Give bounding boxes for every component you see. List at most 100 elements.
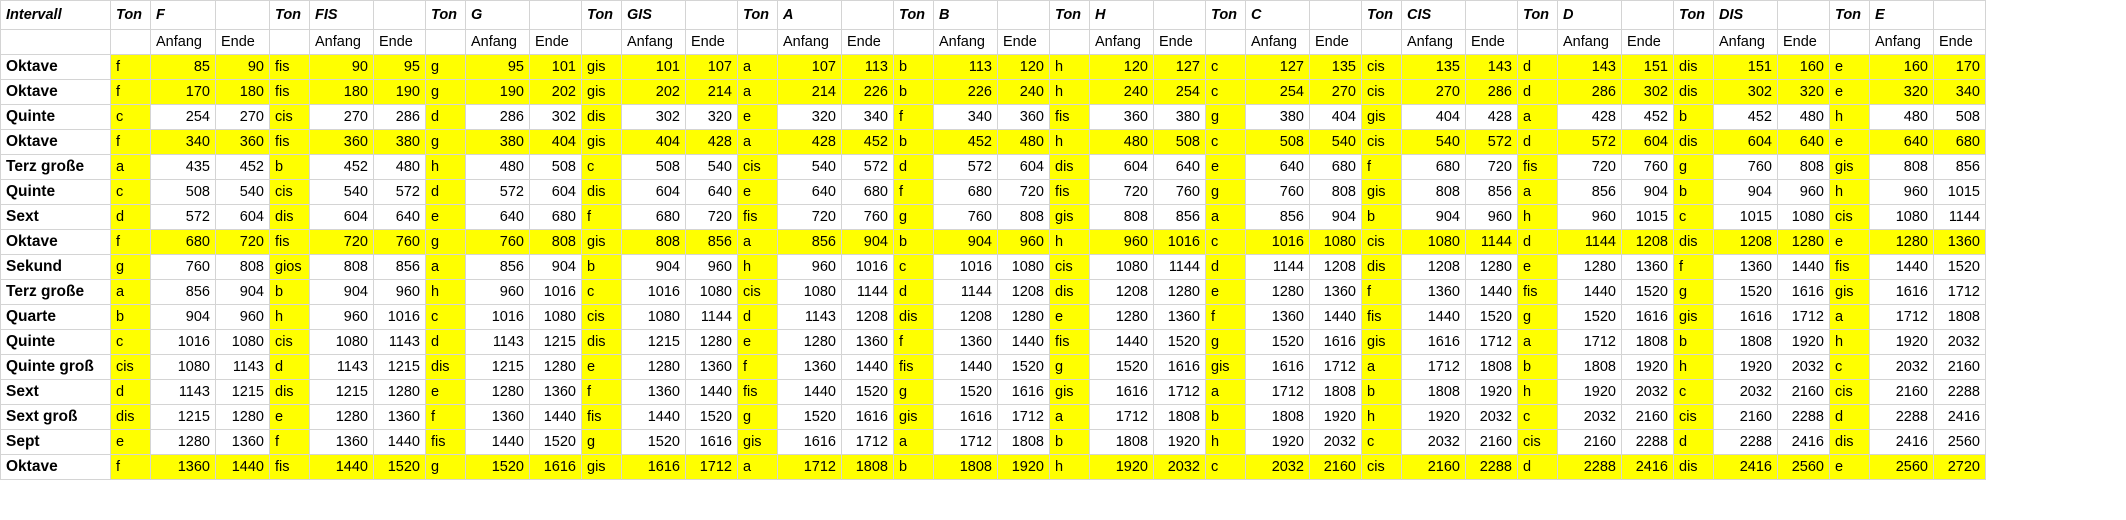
start-cell[interactable]: 680 xyxy=(1401,154,1466,180)
start-cell[interactable]: 1808 xyxy=(1089,429,1154,455)
tone-cell[interactable]: e xyxy=(1205,279,1246,305)
tone-cell[interactable]: a xyxy=(737,129,778,155)
tone-cell[interactable]: h xyxy=(1829,329,1870,355)
tone-cell[interactable]: h xyxy=(1049,454,1090,480)
header-ton[interactable]: Ton xyxy=(1517,0,1558,30)
end-cell[interactable]: 808 xyxy=(215,254,270,280)
subheader-ende[interactable]: Ende xyxy=(529,29,582,55)
start-cell[interactable]: 1360 xyxy=(933,329,998,355)
tone-cell[interactable]: d xyxy=(1673,429,1714,455)
end-cell[interactable]: 604 xyxy=(1621,129,1674,155)
end-cell[interactable]: 1440 xyxy=(997,329,1050,355)
end-cell[interactable]: 1080 xyxy=(1777,204,1830,230)
header-empty-cell[interactable] xyxy=(1153,0,1206,30)
tone-cell[interactable]: g xyxy=(425,54,466,80)
tone-cell[interactable]: g xyxy=(1205,104,1246,130)
end-cell[interactable]: 904 xyxy=(215,279,270,305)
tone-cell[interactable]: a xyxy=(737,454,778,480)
end-cell[interactable]: 604 xyxy=(997,154,1050,180)
header-ton[interactable]: Ton xyxy=(581,0,622,30)
tone-cell[interactable]: dis xyxy=(1049,279,1090,305)
start-cell[interactable]: 1440 xyxy=(1869,254,1934,280)
start-cell[interactable]: 856 xyxy=(1557,179,1622,205)
tone-cell[interactable]: d xyxy=(1517,454,1558,480)
start-cell[interactable]: 508 xyxy=(150,179,216,205)
end-cell[interactable]: 1280 xyxy=(685,329,738,355)
end-cell[interactable]: 1143 xyxy=(215,354,270,380)
end-cell[interactable]: 1360 xyxy=(529,379,582,405)
tone-cell[interactable]: dis xyxy=(1361,254,1402,280)
start-cell[interactable]: 1616 xyxy=(1401,329,1466,355)
end-cell[interactable]: 1360 xyxy=(215,429,270,455)
tone-cell[interactable]: gis xyxy=(581,54,622,80)
tone-cell[interactable]: h xyxy=(1361,404,1402,430)
tone-cell[interactable]: g xyxy=(425,79,466,105)
start-cell[interactable]: 1440 xyxy=(1557,279,1622,305)
start-cell[interactable]: 1280 xyxy=(1245,279,1310,305)
end-cell[interactable]: 720 xyxy=(685,204,738,230)
tone-cell[interactable]: gios xyxy=(269,254,310,280)
start-cell[interactable]: 190 xyxy=(465,79,530,105)
end-cell[interactable]: 1808 xyxy=(1153,404,1206,430)
start-cell[interactable]: 302 xyxy=(621,104,686,130)
start-cell[interactable]: 640 xyxy=(465,204,530,230)
end-cell[interactable]: 1920 xyxy=(1153,429,1206,455)
subheader-anfang[interactable]: Anfang xyxy=(309,29,374,55)
tone-cell[interactable]: e xyxy=(1829,79,1870,105)
end-cell[interactable]: 960 xyxy=(1465,204,1518,230)
end-cell[interactable]: 2416 xyxy=(1933,404,1986,430)
end-cell[interactable]: 320 xyxy=(685,104,738,130)
tone-cell[interactable]: a xyxy=(110,154,151,180)
end-cell[interactable]: 2032 xyxy=(1777,354,1830,380)
start-cell[interactable]: 1360 xyxy=(621,379,686,405)
end-cell[interactable]: 1520 xyxy=(1465,304,1518,330)
tone-cell[interactable]: b xyxy=(893,79,934,105)
tone-cell[interactable]: fis xyxy=(893,354,934,380)
start-cell[interactable]: 1016 xyxy=(933,254,998,280)
subheader-anfang[interactable]: Anfang xyxy=(1401,29,1466,55)
start-cell[interactable]: 360 xyxy=(1089,104,1154,130)
start-cell[interactable]: 1208 xyxy=(1401,254,1466,280)
tone-cell[interactable]: dis xyxy=(1049,154,1090,180)
tone-cell[interactable]: b xyxy=(1361,204,1402,230)
tone-cell[interactable]: h xyxy=(1829,104,1870,130)
header-ton[interactable]: Ton xyxy=(425,0,466,30)
tone-cell[interactable]: a xyxy=(1205,379,1246,405)
tone-cell[interactable]: e xyxy=(581,354,622,380)
start-cell[interactable]: 1143 xyxy=(150,379,216,405)
tone-cell[interactable]: d xyxy=(425,179,466,205)
tone-cell[interactable]: fis xyxy=(1049,329,1090,355)
header-ton[interactable]: Ton xyxy=(1049,0,1090,30)
tone-cell[interactable]: f xyxy=(581,204,622,230)
start-cell[interactable]: 1360 xyxy=(309,429,374,455)
start-cell[interactable]: 1920 xyxy=(1401,404,1466,430)
tone-cell[interactable]: fis xyxy=(1361,304,1402,330)
start-cell[interactable]: 508 xyxy=(1245,129,1310,155)
tone-cell[interactable]: d xyxy=(893,154,934,180)
end-cell[interactable]: 1080 xyxy=(1309,229,1362,255)
end-cell[interactable]: 856 xyxy=(1465,179,1518,205)
tone-cell[interactable]: d xyxy=(110,379,151,405)
end-cell[interactable]: 680 xyxy=(841,179,894,205)
interval-label[interactable]: Sept xyxy=(0,429,111,455)
start-cell[interactable]: 572 xyxy=(465,179,530,205)
tone-cell[interactable]: h xyxy=(425,154,466,180)
start-cell[interactable]: 1920 xyxy=(1557,379,1622,405)
end-cell[interactable]: 640 xyxy=(373,204,426,230)
start-cell[interactable]: 856 xyxy=(777,229,842,255)
start-cell[interactable]: 604 xyxy=(309,204,374,230)
tone-cell[interactable]: cis xyxy=(1361,454,1402,480)
start-cell[interactable]: 808 xyxy=(1869,154,1934,180)
start-cell[interactable]: 270 xyxy=(1401,79,1466,105)
end-cell[interactable]: 2560 xyxy=(1777,454,1830,480)
end-cell[interactable]: 1280 xyxy=(529,354,582,380)
end-cell[interactable]: 720 xyxy=(997,179,1050,205)
end-cell[interactable]: 540 xyxy=(215,179,270,205)
tone-cell[interactable]: dis xyxy=(1829,429,1870,455)
tone-cell[interactable]: g xyxy=(425,129,466,155)
start-cell[interactable]: 856 xyxy=(1245,204,1310,230)
interval-label[interactable]: Oktave xyxy=(0,229,111,255)
start-cell[interactable]: 2160 xyxy=(1401,454,1466,480)
end-cell[interactable]: 480 xyxy=(373,154,426,180)
interval-label[interactable]: Sext xyxy=(0,379,111,405)
